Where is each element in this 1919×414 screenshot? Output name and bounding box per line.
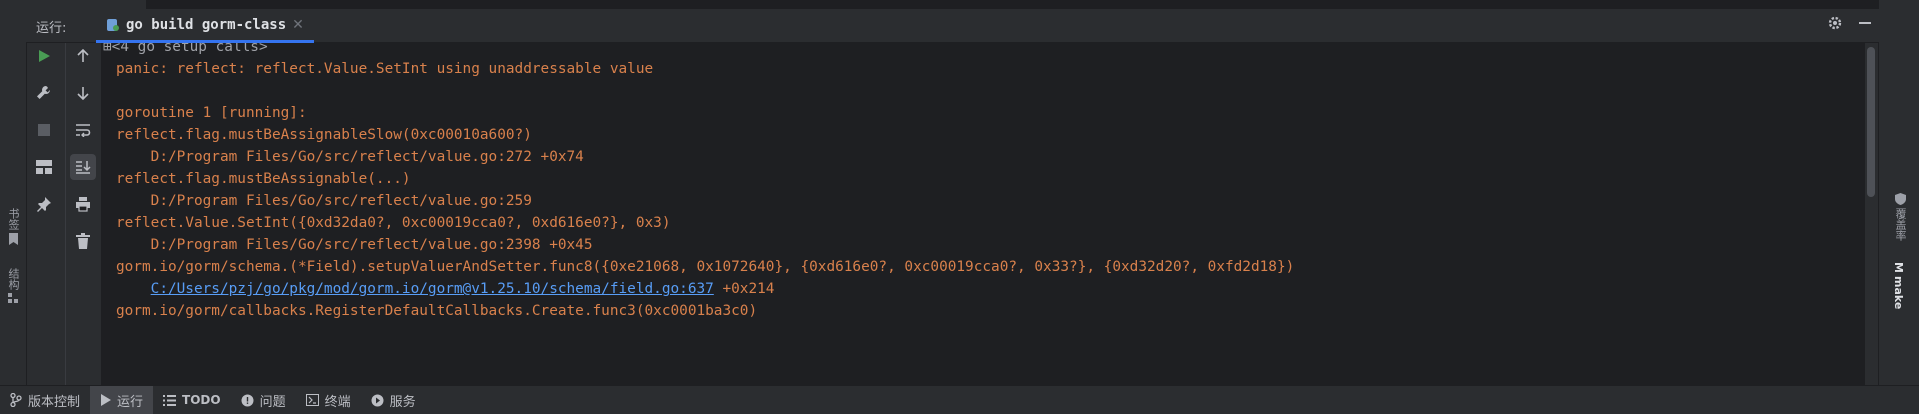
problems-label: 问题 — [259, 394, 286, 410]
offset-text: +0x214 — [713, 281, 775, 297]
edit-config-button[interactable] — [31, 80, 57, 106]
bottom-tool-strip: 版本控制 运行 TODO 问题 终端 服务 — [0, 385, 1919, 414]
run-tool-window-header: 运行: go build gorm-class ✕ — [26, 9, 1879, 43]
wrench-icon — [37, 86, 50, 99]
todo-label: TODO — [182, 393, 221, 407]
info-icon — [241, 394, 254, 406]
make-icon: M — [1892, 262, 1905, 273]
run-toolbar-secondary — [65, 43, 100, 386]
terminal-label: 终端 — [324, 394, 351, 410]
soft-wrap-icon — [76, 124, 91, 137]
console-line: gorm.io/gorm/callbacks.RegisterDefaultCa… — [116, 303, 758, 319]
run-toolbar-primary — [27, 43, 61, 228]
version-control-label: 版本控制 — [28, 394, 81, 410]
services-tool-button[interactable]: 服务 — [361, 386, 426, 414]
stop-icon — [38, 124, 50, 136]
editor-area — [26, 0, 1879, 9]
list-icon — [163, 394, 177, 406]
console-line: goroutine 1 [running]: — [116, 105, 307, 121]
problems-tool-button[interactable]: 问题 — [231, 386, 296, 414]
coverage-tool-button[interactable]: 覆盖率 — [1892, 193, 1908, 241]
left-tool-strip: 书签 结构 — [0, 0, 27, 386]
trash-icon — [76, 233, 90, 249]
stop-button[interactable] — [31, 117, 57, 143]
source-file-link[interactable]: C:/Users/pzj/go/pkg/mod/gorm.io/gorm@v1.… — [151, 281, 714, 297]
console-line: gorm.io/gorm/schema.(*Field).setupValuer… — [116, 259, 1295, 275]
tab-go-build[interactable]: go build gorm-class ✕ — [96, 9, 314, 43]
terminal-tool-button[interactable]: 终端 — [296, 386, 361, 414]
console-line-with-link: C:/Users/pzj/go/pkg/mod/gorm.io/gorm@v1.… — [116, 281, 775, 297]
arrow-down-icon — [77, 87, 89, 100]
console-line: reflect.flag.mustBeAssignable(...) — [116, 171, 411, 187]
right-tool-strip: 覆盖率 M make — [1878, 0, 1919, 386]
print-icon — [76, 197, 90, 212]
pin-tab-button[interactable] — [31, 191, 57, 217]
play-icon — [39, 50, 50, 62]
layout-button[interactable] — [31, 154, 57, 180]
shield-icon — [1894, 193, 1906, 205]
branch-icon — [10, 393, 22, 407]
header-actions — [1827, 15, 1873, 31]
soft-wrap-button[interactable] — [70, 117, 96, 143]
services-label: 服务 — [389, 394, 416, 410]
clear-all-button[interactable] — [70, 228, 96, 254]
scroll-down-button[interactable] — [70, 80, 96, 106]
console-line: panic: reflect: reflect.Value.SetInt usi… — [116, 61, 654, 77]
setup-calls-fold[interactable]: ⊞<4 go setup calls> — [103, 43, 268, 55]
rerun-button[interactable] — [31, 43, 57, 69]
pin-icon — [37, 197, 51, 212]
layout-icon — [36, 160, 52, 174]
terminal-icon — [305, 394, 319, 406]
structure-icon — [7, 293, 18, 303]
coverage-label: 覆盖率 — [1894, 208, 1907, 241]
scroll-up-button[interactable] — [70, 43, 96, 69]
run-tool-button[interactable]: 运行 — [90, 386, 154, 414]
make-tool-button[interactable]: M make — [1892, 262, 1905, 309]
minimize-icon[interactable] — [1857, 15, 1873, 31]
console-line: reflect.flag.mustBeAssignableSlow(0xc000… — [116, 127, 532, 143]
arrow-up-icon — [77, 49, 89, 62]
services-icon — [371, 394, 384, 406]
make-label: make — [1892, 275, 1905, 310]
console-scrollbar[interactable] — [1865, 43, 1877, 386]
todo-tool-button[interactable]: TODO — [153, 386, 231, 414]
tab-title: go build gorm-class — [126, 16, 287, 33]
version-control-button[interactable]: 版本控制 — [0, 386, 90, 414]
play-icon — [101, 394, 112, 406]
editor-gutter — [26, 0, 146, 9]
console-line: D:/Program Files/Go/src/reflect/value.go… — [116, 237, 593, 253]
go-run-config-icon — [107, 18, 119, 31]
gear-icon[interactable] — [1827, 15, 1843, 31]
scrollbar-thumb[interactable] — [1867, 47, 1875, 197]
close-icon[interactable]: ✕ — [292, 17, 304, 33]
console-line: reflect.Value.SetInt({0xd32da0?, 0xc0001… — [116, 215, 671, 231]
console-line: D:/Program Files/Go/src/reflect/value.go… — [116, 193, 532, 209]
print-button[interactable] — [70, 191, 96, 217]
structure-tool-button[interactable]: 结构 — [5, 268, 21, 304]
scroll-to-end-icon — [76, 161, 91, 174]
scroll-to-end-button[interactable] — [70, 154, 96, 180]
structure-label: 结构 — [7, 268, 20, 290]
bookmarks-tool-button[interactable]: 书签 — [5, 208, 21, 245]
console-line: D:/Program Files/Go/src/reflect/value.go… — [116, 149, 584, 165]
run-tool-label: 运行 — [117, 394, 144, 410]
bookmarks-label: 书签 — [7, 208, 20, 230]
console-output[interactable]: ⊞<4 go setup calls> panic: reflect: refl… — [101, 43, 1877, 386]
bookmark-icon — [8, 233, 18, 245]
run-panel-label: 运行: — [36, 21, 67, 36]
